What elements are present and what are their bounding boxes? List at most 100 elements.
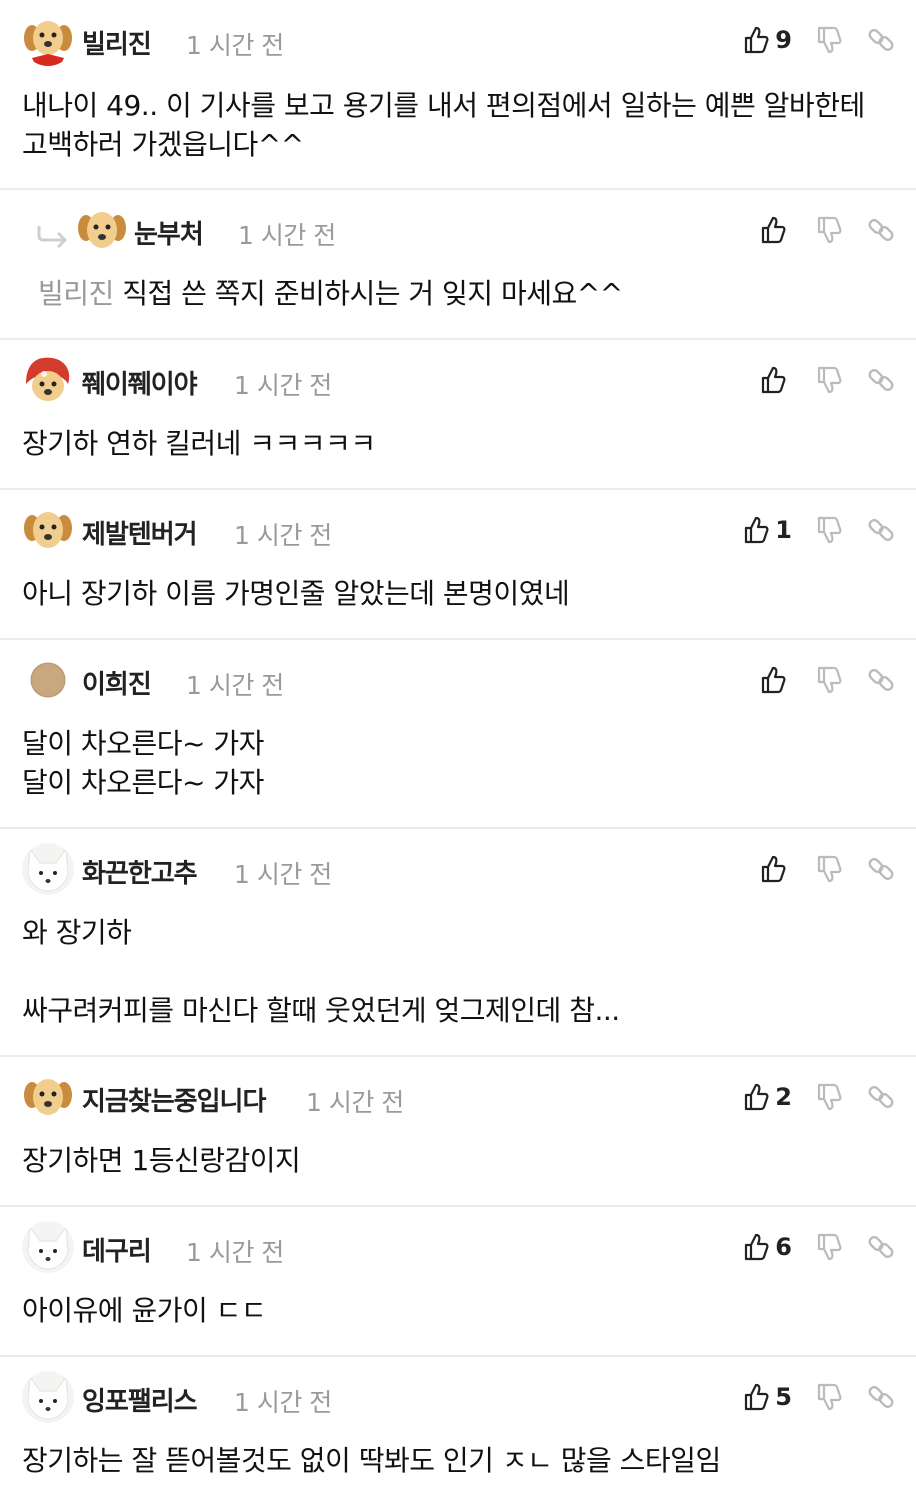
comment-author[interactable]: 이희진 [82,664,152,701]
puppy-avatar-icon [22,1071,74,1123]
comment-actions: 2 [743,1079,896,1115]
like-button[interactable] [760,855,792,883]
avatar[interactable] [22,843,74,895]
thumbs-down-icon [817,666,842,694]
white-fox-avatar-icon [22,1371,74,1423]
thumbs-up-icon [761,855,786,883]
thumbs-down-icon [817,1383,842,1411]
thumbs-down-icon [817,216,842,244]
share-link-button[interactable] [866,25,896,55]
comment-author[interactable]: 잉포팰리스 [82,1381,198,1418]
thumbs-up-icon [761,216,786,244]
reply-text: 직접 쓴 쪽지 준비하시는 거 잊지 마세요^^ [122,277,623,310]
comment-author[interactable]: 눈부처 [134,214,204,251]
comment-actions [760,662,896,698]
comment-actions: 6 [743,1229,896,1265]
thumbs-up-icon [745,516,769,544]
share-link-button[interactable] [866,1382,896,1412]
comment-actions: 1 [743,512,896,548]
like-count: 1 [775,516,792,544]
comment-author[interactable]: 빌리진 [82,24,152,61]
comment-author[interactable]: 지금찾는중입니다 [82,1081,266,1118]
avatar[interactable] [22,14,74,66]
comment-text: 달이 차오른다~ 가자 달이 차오른다~ 가자 [22,727,264,799]
like-count: 6 [775,1233,792,1261]
like-count: 9 [775,26,792,54]
link-icon [868,219,894,241]
share-link-button[interactable] [866,665,896,695]
link-icon [868,1086,894,1108]
thumbs-up-icon [745,1233,769,1261]
comment-time: 1 시간 전 [234,1388,332,1417]
dislike-button[interactable] [814,1232,844,1262]
link-icon [868,858,894,880]
link-icon [868,1236,894,1258]
avatar[interactable] [22,1221,74,1273]
thumbs-down-icon [817,855,842,883]
share-link-button[interactable] [866,365,896,395]
comment-author[interactable]: 데구리 [82,1231,152,1268]
like-button[interactable] [760,666,792,694]
comment-text: 내나이 49.. 이 기사를 보고 용기를 내서 편의점에서 일하는 예쁜 알바… [22,89,874,161]
puppy-red-hood-avatar-icon [22,354,74,406]
share-link-button[interactable] [866,1232,896,1262]
comment-author[interactable]: 쮀이쮀이야 [82,364,198,401]
like-button[interactable]: 2 [743,1083,792,1111]
dislike-button[interactable] [814,365,844,395]
comment-actions [760,212,896,248]
share-link-button[interactable] [866,854,896,884]
avatar[interactable] [22,1071,74,1123]
comment-item: 이희진 1 시간 전 달이 차오른다~ 가자 달이 차오른다~ 가자 [0,640,916,829]
link-icon [868,1386,894,1408]
like-count: 2 [775,1083,792,1111]
link-icon [868,519,894,541]
comment-author[interactable]: 화끈한고추 [82,853,198,890]
reply-arrow-icon [36,224,70,252]
comment-item: 빌리진 1 시간 전 9 내나이 49.. 이 기사를 보고 용기를 내서 편의… [0,0,916,190]
white-fox-avatar-icon [22,1221,74,1273]
dislike-button[interactable] [814,1382,844,1412]
like-count: 5 [775,1383,792,1411]
like-button[interactable]: 1 [743,516,792,544]
comment-actions: 5 [743,1379,896,1415]
comment-time: 1 시간 전 [186,671,284,700]
like-button[interactable]: 9 [743,26,792,54]
comment-actions [760,851,896,887]
dislike-button[interactable] [814,1082,844,1112]
share-link-button[interactable] [866,215,896,245]
comment-item: 데구리 1 시간 전 6 아이유에 윤가이 ㄷㄷ [0,1207,916,1357]
puppy-avatar-icon [22,14,74,66]
dislike-button[interactable] [814,515,844,545]
avatar[interactable] [22,1371,74,1423]
comment-list: 빌리진 1 시간 전 9 내나이 49.. 이 기사를 보고 용기를 내서 편의… [0,0,916,1507]
comment-text: 와 장기하 싸구려커피를 마신다 할때 웃었던게 엊그제인데 참... [22,916,620,1027]
thumbs-up-icon [745,26,769,54]
dislike-button[interactable] [814,215,844,245]
avatar[interactable] [76,204,128,256]
avatar[interactable] [22,504,74,556]
comment-text: 장기하 연하 킬러네 ㅋㅋㅋㅋㅋ [22,427,376,460]
comment-item: 지금찾는중입니다 1 시간 전 2 장기하면 1등신랑감이지 [0,1057,916,1207]
mention-tag[interactable]: 빌리진 [38,277,114,310]
dislike-button[interactable] [814,25,844,55]
comment-text: 장기하는 잘 뜯어볼것도 없이 딱봐도 인기 ㅈㄴ 많을 스타일임 [22,1444,721,1477]
avatar[interactable] [22,354,74,406]
thumbs-down-icon [817,516,842,544]
comment-time: 1 시간 전 [238,221,336,250]
comment-author[interactable]: 제발텐버거 [82,514,198,551]
dislike-button[interactable] [814,854,844,884]
comment-text: 아니 장기하 이름 가명인줄 알았는데 본명이였네 [22,577,570,610]
share-link-button[interactable] [866,515,896,545]
share-link-button[interactable] [866,1082,896,1112]
default-avatar-icon [30,662,66,698]
like-button[interactable] [760,366,792,394]
comment-time: 1 시간 전 [306,1088,404,1117]
like-button[interactable]: 5 [743,1383,792,1411]
link-icon [868,29,894,51]
like-button[interactable] [760,216,792,244]
avatar[interactable] [30,662,66,698]
link-icon [868,669,894,691]
dislike-button[interactable] [814,665,844,695]
like-button[interactable]: 6 [743,1233,792,1261]
thumbs-down-icon [817,1083,842,1111]
